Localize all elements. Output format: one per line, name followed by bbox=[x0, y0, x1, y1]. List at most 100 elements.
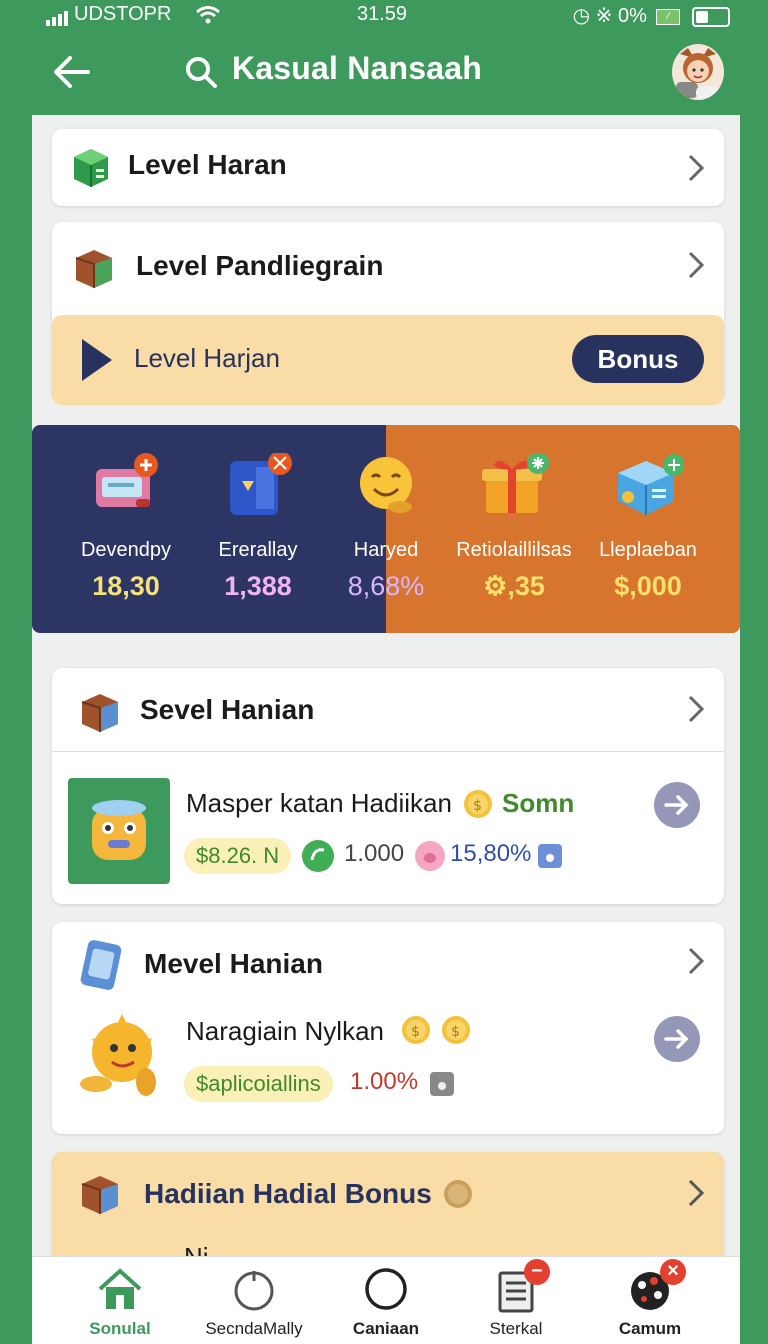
stat-item[interactable]: Retiolaillilsas ⚙,35 bbox=[444, 425, 584, 633]
stat-value: 8,68% bbox=[347, 571, 425, 601]
charging-icon: ⁄ bbox=[656, 8, 681, 25]
wifi-icon bbox=[196, 5, 220, 24]
stat-item[interactable]: Ererallay 1,388 bbox=[188, 425, 328, 633]
nav-tab-secondary[interactable]: SecndaMally bbox=[184, 1257, 324, 1344]
bonus-button[interactable]: Bonus bbox=[572, 335, 704, 383]
search-icon[interactable] bbox=[184, 55, 218, 89]
promo-banner[interactable]: Level Harjan Bonus bbox=[52, 315, 724, 405]
phone-screen: UDSTOPR 31.59 ◷ ※ 0% ⁄ Kasual Nansaah Le… bbox=[32, 0, 740, 1344]
coin-icon: $ bbox=[464, 790, 492, 818]
green-box-icon bbox=[74, 149, 108, 187]
menu-item-label: Level Haran bbox=[128, 149, 287, 180]
nav-label: Caniaan bbox=[352, 1319, 420, 1338]
section-title: Mevel Hanian bbox=[144, 948, 323, 979]
item-count: 1.000 bbox=[344, 840, 405, 867]
stat-label: Lleplaeban bbox=[599, 539, 697, 561]
stat-item[interactable]: Haryed 8,68% bbox=[316, 425, 456, 633]
home-icon bbox=[98, 1268, 142, 1309]
chevron-right-icon[interactable] bbox=[686, 1178, 706, 1208]
section-title: Hadiian Hadial Bonus bbox=[144, 1178, 432, 1209]
phone-device-icon bbox=[80, 940, 122, 990]
notification-badge: − bbox=[524, 1259, 550, 1285]
avatar-portrait-icon bbox=[676, 48, 720, 100]
arrow-right-icon bbox=[664, 1029, 689, 1049]
card-icon bbox=[96, 453, 158, 507]
section-title: Sevel Hanian bbox=[140, 694, 315, 725]
nav-tab-profile[interactable]: × Camum bbox=[580, 1257, 720, 1344]
divider bbox=[52, 751, 724, 752]
crate-icon bbox=[81, 694, 118, 732]
item-title: Masper katan Hadiikan bbox=[186, 788, 452, 818]
open-item-button[interactable] bbox=[654, 782, 700, 828]
svg-text:$: $ bbox=[451, 1024, 460, 1040]
app-header: UDSTOPR 31.59 ◷ ※ 0% ⁄ Kasual Nansaah bbox=[32, 0, 740, 115]
stat-value: $,000 bbox=[614, 571, 682, 601]
section-sevel-hanian: Sevel Hanian Masper katan Hadiikan $ Som… bbox=[52, 668, 724, 904]
alarm-icon: ◷ bbox=[572, 5, 591, 27]
coin-icon bbox=[444, 1180, 472, 1208]
box-icon bbox=[230, 453, 292, 515]
stat-value: 1,388 bbox=[224, 571, 292, 601]
chevron-right-icon[interactable] bbox=[686, 946, 706, 976]
battery-icon bbox=[692, 6, 730, 27]
menu-item-level-haran[interactable]: Level Haran bbox=[52, 129, 724, 206]
avatar[interactable] bbox=[672, 44, 724, 100]
stat-label: Retiolaillilsas bbox=[456, 539, 572, 561]
nav-label: Sterkal bbox=[489, 1319, 543, 1338]
chevron-right-icon bbox=[688, 154, 705, 182]
compass-icon bbox=[365, 1268, 407, 1310]
coin-icon: $ bbox=[442, 1016, 470, 1044]
timer-icon bbox=[234, 1271, 274, 1311]
label-pill: $aplicoiallins bbox=[184, 1066, 333, 1102]
bottom-nav: Sonulal SecndaMally Caniaan − Sterkal × … bbox=[32, 1256, 740, 1344]
crate-icon bbox=[75, 250, 112, 288]
nav-label: Camum bbox=[618, 1319, 682, 1338]
nav-tab-list[interactable]: − Sterkal bbox=[446, 1257, 586, 1344]
back-arrow-icon[interactable] bbox=[50, 52, 94, 92]
stat-item[interactable]: Lleplaeban $,000 bbox=[578, 425, 718, 633]
stat-value: ⚙,35 bbox=[483, 571, 545, 601]
svg-text:$: $ bbox=[473, 798, 482, 814]
stat-value: 18,30 bbox=[92, 571, 160, 601]
item-title: Naragiain Nylkan bbox=[186, 1016, 384, 1046]
coin-icon: $ bbox=[402, 1016, 430, 1044]
chevron-right-icon[interactable] bbox=[686, 694, 706, 724]
signal-icon bbox=[46, 3, 70, 27]
status-carrier: UDSTOPR bbox=[46, 3, 221, 27]
nav-label: SecndaMally bbox=[205, 1319, 303, 1338]
chevron-right-icon bbox=[688, 251, 705, 279]
promo-label: Level Harjan bbox=[134, 343, 280, 373]
green-badge-icon bbox=[302, 840, 334, 872]
item-percent: 15,80% bbox=[450, 840, 532, 867]
battery-percent: 0% bbox=[617, 5, 647, 27]
gift-icon bbox=[482, 453, 549, 513]
open-item-button[interactable] bbox=[654, 1016, 700, 1062]
item-percent: 1.00% bbox=[350, 1068, 419, 1095]
nav-tab-home[interactable]: Sonulal bbox=[50, 1257, 190, 1344]
nav-tab-explore[interactable]: Caniaan bbox=[316, 1257, 456, 1344]
svg-text:$: $ bbox=[411, 1024, 420, 1040]
item-thumbnail[interactable] bbox=[68, 778, 170, 884]
menu-item-label: Level Pandliegrain bbox=[136, 250, 384, 281]
sun-mascot-icon bbox=[80, 1014, 156, 1096]
bluetooth-icon: ※ bbox=[595, 5, 613, 27]
stat-item[interactable]: Devendpy 18,30 bbox=[56, 425, 196, 633]
robot-jar-icon bbox=[92, 800, 146, 860]
page-title: Kasual Nansaah bbox=[232, 50, 483, 86]
status-time: 31.59 bbox=[357, 3, 408, 25]
carrier-name: UDSTOPR bbox=[74, 3, 172, 25]
nav-label: Sonulal bbox=[89, 1319, 151, 1338]
stat-label: Haryed bbox=[353, 539, 419, 561]
item-tag: Somn bbox=[502, 788, 575, 818]
pig-icon bbox=[415, 841, 445, 871]
status-right: ◷ ※ 0% ⁄ bbox=[573, 3, 730, 28]
stat-label: Ererallay bbox=[218, 539, 298, 561]
cube-icon bbox=[618, 454, 684, 515]
crate-icon bbox=[81, 1176, 118, 1214]
lock-box-icon bbox=[430, 1072, 454, 1096]
section-mevel-hanian: Mevel Hanian Naragiain Nylkan $ $ $aplic… bbox=[52, 922, 724, 1134]
status-bar: UDSTOPR 31.59 ◷ ※ 0% ⁄ bbox=[32, 0, 740, 28]
stat-label: Devendpy bbox=[80, 539, 172, 561]
stats-banner: Devendpy 18,30 Ererallay 1,388 Haryed 8,… bbox=[32, 425, 740, 633]
close-badge-icon[interactable]: × bbox=[660, 1259, 686, 1285]
